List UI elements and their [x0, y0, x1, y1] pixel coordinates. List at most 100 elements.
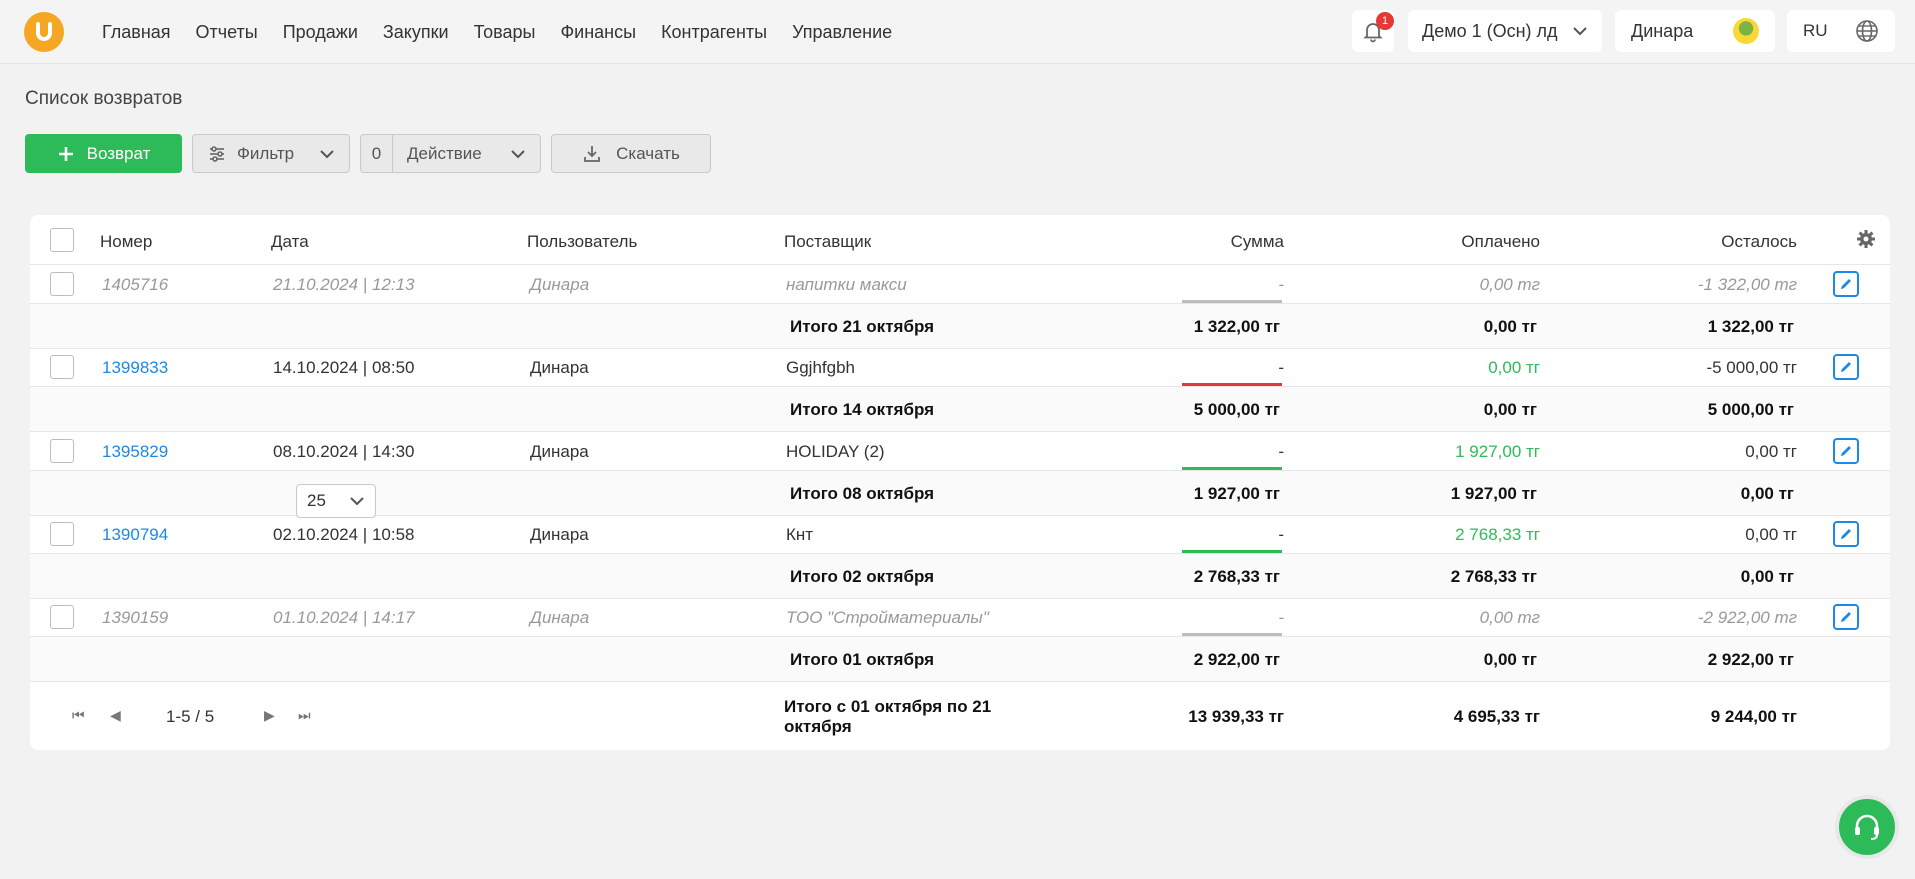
row-date: 08.10.2024 | 14:30: [273, 442, 415, 461]
row-sum: -: [1278, 608, 1284, 627]
row-date: 02.10.2024 | 10:58: [273, 525, 415, 544]
table-row[interactable]: 1399833 14.10.2024 | 08:50 Динара Ggjhfgbh -…: [30, 349, 1890, 387]
edit-button[interactable]: [1833, 354, 1859, 380]
row-left: -2 922,00 тг: [1697, 608, 1797, 627]
nav-item-finance[interactable]: Финансы: [560, 22, 636, 43]
nav-item-home[interactable]: Главная: [102, 22, 171, 43]
select-all-checkbox[interactable]: [50, 228, 74, 252]
subtotal-label: Итого 01 октября: [790, 650, 935, 669]
plus-icon: [58, 146, 73, 161]
edit-button[interactable]: [1833, 438, 1859, 464]
subtotal-paid: 0,00 тг: [1483, 400, 1537, 419]
user-menu[interactable]: Динара: [1615, 10, 1775, 52]
returns-table: Номер Дата Пользователь Поставщик Сумма …: [30, 215, 1890, 750]
row-checkbox[interactable]: [50, 439, 74, 463]
download-button[interactable]: Скачать: [551, 134, 711, 173]
nav-item-purchases[interactable]: Закупки: [383, 22, 449, 43]
subtotal-sum: 1 927,00 тг: [1193, 484, 1280, 503]
row-sum: -: [1278, 275, 1284, 294]
row-checkbox[interactable]: [50, 272, 74, 296]
support-chat-button[interactable]: [1835, 795, 1899, 859]
page-size-value: 25: [307, 491, 326, 510]
subtotal-label: Итого 08 октября: [790, 484, 935, 503]
next-page-icon[interactable]: ▶: [264, 707, 275, 724]
subtotal-left: 5 000,00 тг: [1707, 400, 1794, 419]
edit-button[interactable]: [1833, 271, 1859, 297]
nav-item-counterparties[interactable]: Контрагенты: [661, 22, 767, 43]
avatar: [1733, 18, 1759, 44]
subtotal-paid: 0,00 тг: [1483, 650, 1537, 669]
row-number[interactable]: 1399833: [102, 358, 168, 378]
table-row[interactable]: 1405716 21.10.2024 | 12:13 Динара напитки м…: [30, 266, 1890, 304]
row-number[interactable]: 1390794: [102, 525, 168, 545]
row-paid: 1 927,00 тг: [1455, 442, 1540, 461]
row-checkbox[interactable]: [50, 605, 74, 629]
column-header-supplier[interactable]: Поставщик: [784, 232, 871, 252]
nav-item-reports[interactable]: Отчеты: [196, 22, 258, 43]
language-code: RU: [1803, 21, 1828, 40]
prev-page-icon[interactable]: ◀: [110, 707, 121, 724]
subtotal-row: Итого 14 октября 5 000,00 тг 0,00 тг 5 000,…: [30, 387, 1890, 432]
subtotal-label: Итого 21 октября: [790, 317, 935, 336]
add-return-label: Возврат: [86, 143, 151, 163]
add-return-button[interactable]: Возврат: [25, 134, 182, 173]
first-page-icon[interactable]: ⏮: [72, 707, 85, 724]
row-left: -1 322,00 тг: [1697, 275, 1797, 294]
chevron-down-icon: [320, 149, 334, 158]
chevron-down-icon: [1573, 27, 1587, 36]
subtotal-sum: 2 768,33 тг: [1193, 567, 1280, 586]
column-header-date[interactable]: Дата: [271, 232, 309, 252]
column-header-paid[interactable]: Оплачено: [1380, 232, 1540, 252]
pencil-icon: [1841, 446, 1851, 456]
notification-badge: 1: [1376, 12, 1394, 30]
table-row[interactable]: 1390159 01.10.2024 | 14:17 Динара ТОО "Стро…: [30, 599, 1890, 637]
page-title: Список возвратов: [25, 88, 183, 109]
row-number: 1390159: [102, 608, 169, 627]
nav-item-management[interactable]: Управление: [792, 22, 892, 43]
grand-total-paid: 4 695,33 тг: [1453, 707, 1540, 726]
row-checkbox[interactable]: [50, 522, 74, 546]
row-number[interactable]: 1395829: [102, 442, 168, 462]
column-header-sum[interactable]: Сумма: [1130, 232, 1284, 252]
row-number: 1405716: [102, 275, 169, 294]
grand-total-label: Итого с 01 октября по 21 октября: [784, 697, 992, 736]
page-size-select[interactable]: 25: [296, 484, 376, 518]
last-page-icon[interactable]: ⏭: [298, 707, 311, 724]
row-supplier: Кнт: [786, 525, 814, 544]
subtotal-sum: 5 000,00 тг: [1193, 400, 1280, 419]
edit-button[interactable]: [1833, 604, 1859, 630]
filter-button[interactable]: Фильтр: [192, 134, 350, 173]
column-header-left[interactable]: Осталось: [1630, 232, 1797, 252]
org-selector[interactable]: Демо 1 (Осн) лд: [1408, 10, 1602, 52]
column-header-number[interactable]: Номер: [100, 232, 152, 252]
selected-count: 0: [361, 135, 393, 172]
gear-icon[interactable]: [1856, 229, 1876, 249]
nav-item-products[interactable]: Товары: [474, 22, 536, 43]
table-row[interactable]: 1395829 08.10.2024 | 14:30 Динара HOLIDAY (…: [30, 433, 1890, 471]
nav-item-sales[interactable]: Продажи: [283, 22, 358, 43]
app-logo[interactable]: [24, 12, 64, 52]
row-date: 21.10.2024 | 12:13: [273, 275, 415, 294]
chevron-down-icon: [511, 149, 525, 158]
edit-button[interactable]: [1833, 521, 1859, 547]
pencil-icon: [1841, 612, 1851, 622]
table-row[interactable]: 1390794 02.10.2024 | 10:58 Динара Кнт - 2 768…: [30, 516, 1890, 554]
action-dropdown[interactable]: 0 Действие: [360, 134, 541, 173]
language-selector[interactable]: RU: [1787, 10, 1895, 52]
logo-u-icon: [36, 22, 52, 41]
subtotal-left: 0,00 тг: [1740, 567, 1794, 586]
subtotal-label: Итого 14 октября: [790, 400, 935, 419]
row-left: 0,00 тг: [1745, 525, 1797, 544]
subtotal-row: Итого 02 октября 2 768,33 тг 2 768,33 тг 0,…: [30, 554, 1890, 599]
row-date: 14.10.2024 | 08:50: [273, 358, 415, 377]
row-user: Динара: [530, 358, 589, 377]
row-user: Динара: [530, 442, 589, 461]
subtotal-left: 0,00 тг: [1740, 484, 1794, 503]
payment-status-bar: [1182, 467, 1282, 470]
row-sum: -: [1278, 525, 1284, 544]
subtotal-left: 1 322,00 тг: [1707, 317, 1794, 336]
column-header-user[interactable]: Пользователь: [527, 232, 637, 252]
subtotal-row: Итого 21 октября 1 322,00 тг 0,00 тг 1 322,…: [30, 304, 1890, 349]
filter-label: Фильтр: [237, 143, 295, 163]
row-checkbox[interactable]: [50, 355, 74, 379]
